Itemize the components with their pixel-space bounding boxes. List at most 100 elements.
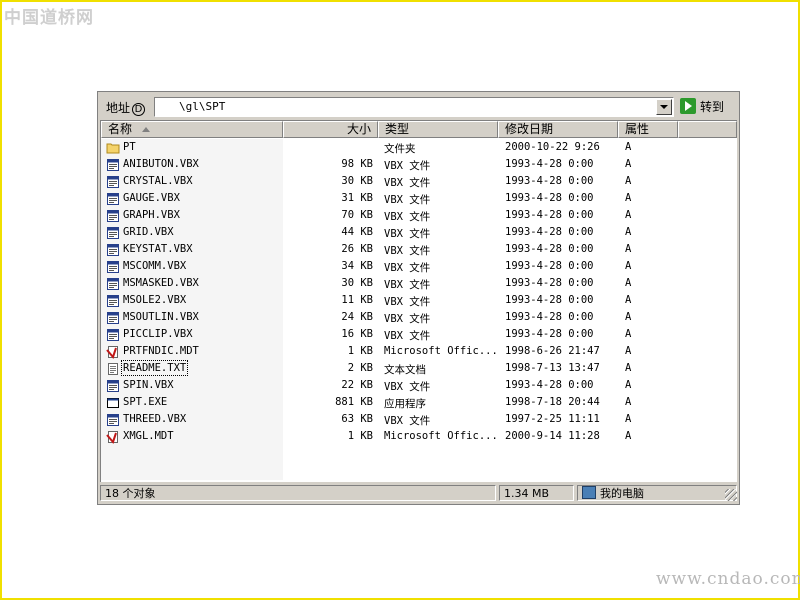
column-header-filler	[678, 121, 737, 138]
address-hotkey: D	[132, 103, 146, 116]
vbx-file-icon	[106, 226, 120, 240]
address-dropdown-button[interactable]	[656, 99, 672, 115]
vbx-file-icon	[106, 294, 120, 308]
file-size: 2 KB	[347, 362, 373, 374]
address-input[interactable]: \gl\SPT	[154, 97, 674, 117]
file-name: CRYSTAL.VBX	[123, 175, 193, 187]
file-row[interactable]: GAUGE.VBX 31 KB VBX 文件 1993-4-28 0:00 A	[101, 190, 737, 207]
file-name: MSCOMM.VBX	[123, 260, 187, 272]
column-header-attributes[interactable]: 属性	[618, 121, 678, 138]
file-date: 1993-4-28 0:00	[505, 175, 594, 187]
file-name: PT	[123, 141, 136, 153]
file-name: GRAPH.VBX	[123, 209, 180, 221]
file-type: VBX 文件	[384, 313, 431, 325]
file-type: Microsoft Offic...	[384, 430, 498, 442]
file-list[interactable]: 名称 大小 类型 修改日期 属性 PT 文件夹 2000-10-22 9:26 A AN…	[100, 120, 737, 482]
file-row[interactable]: GRID.VBX 44 KB VBX 文件 1993-4-28 0:00 A	[101, 224, 737, 241]
file-size: 1 KB	[347, 345, 373, 357]
file-row[interactable]: MSOLE2.VBX 11 KB VBX 文件 1993-4-28 0:00 A	[101, 292, 737, 309]
file-size: 24 KB	[341, 311, 373, 323]
file-row[interactable]: ANIBUTON.VBX 98 KB VBX 文件 1993-4-28 0:00 A	[101, 156, 737, 173]
file-row[interactable]: MSOUTLIN.VBX 24 KB VBX 文件 1993-4-28 0:00 A	[101, 309, 737, 326]
file-attributes: A	[625, 209, 632, 221]
go-button[interactable]: 转到	[680, 97, 724, 115]
file-date: 1993-4-28 0:00	[505, 158, 594, 170]
file-row[interactable]: GRAPH.VBX 70 KB VBX 文件 1993-4-28 0:00 A	[101, 207, 737, 224]
status-location: 我的电脑	[577, 485, 737, 501]
file-name: SPIN.VBX	[123, 379, 174, 391]
vbx-file-icon	[106, 413, 120, 427]
file-row[interactable]: THREED.VBX 63 KB VBX 文件 1997-2-25 11:11 A	[101, 411, 737, 428]
column-header-date-label: 修改日期	[505, 122, 554, 136]
file-name: KEYSTAT.VBX	[123, 243, 193, 255]
sort-ascending-icon	[142, 127, 150, 132]
file-row[interactable]: README.TXT 2 KB 文本文档 1998-7-13 13:47 A	[101, 360, 737, 377]
file-date: 1998-7-13 13:47	[505, 362, 600, 374]
file-size: 16 KB	[341, 328, 373, 340]
file-attributes: A	[625, 192, 632, 204]
file-name: MSMASKED.VBX	[123, 277, 199, 289]
file-attributes: A	[625, 362, 632, 374]
file-attributes: A	[625, 141, 632, 153]
file-type: VBX 文件	[384, 381, 431, 393]
file-size: 881 KB	[335, 396, 373, 408]
vbx-file-icon	[106, 158, 120, 172]
file-attributes: A	[625, 413, 632, 425]
column-header-date[interactable]: 修改日期	[498, 121, 618, 138]
file-row[interactable]: PT 文件夹 2000-10-22 9:26 A	[101, 139, 737, 156]
file-attributes: A	[625, 277, 632, 289]
file-row[interactable]: MSCOMM.VBX 34 KB VBX 文件 1993-4-28 0:00 A	[101, 258, 737, 275]
file-row[interactable]: SPIN.VBX 22 KB VBX 文件 1993-4-28 0:00 A	[101, 377, 737, 394]
file-date: 1993-4-28 0:00	[505, 260, 594, 272]
file-date: 1993-4-28 0:00	[505, 209, 594, 221]
text-file-icon	[106, 362, 120, 376]
go-label: 转到	[700, 99, 725, 114]
file-row[interactable]: MSMASKED.VBX 30 KB VBX 文件 1993-4-28 0:00 A	[101, 275, 737, 292]
file-type: 文件夹	[384, 143, 416, 155]
vbx-file-icon	[106, 328, 120, 342]
watermark-top: 中国道桥网	[4, 8, 94, 28]
file-attributes: A	[625, 175, 632, 187]
file-row[interactable]: CRYSTAL.VBX 30 KB VBX 文件 1993-4-28 0:00 A	[101, 173, 737, 190]
file-name: ANIBUTON.VBX	[123, 158, 199, 170]
file-size: 30 KB	[341, 277, 373, 289]
folder-icon	[106, 141, 120, 155]
file-date: 1993-4-28 0:00	[505, 277, 594, 289]
my-computer-icon	[582, 486, 596, 499]
file-type: Microsoft Offic...	[384, 345, 498, 357]
column-header-attributes-label: 属性	[625, 122, 650, 136]
file-row[interactable]: SPT.EXE 881 KB 应用程序 1998-7-18 20:44 A	[101, 394, 737, 411]
file-date: 1993-4-28 0:00	[505, 226, 594, 238]
file-row[interactable]: PICCLIP.VBX 16 KB VBX 文件 1993-4-28 0:00 A	[101, 326, 737, 343]
file-type: VBX 文件	[384, 330, 431, 342]
column-header-type[interactable]: 类型	[378, 121, 498, 138]
file-attributes: A	[625, 243, 632, 255]
column-header-size[interactable]: 大小	[283, 121, 378, 138]
resize-grip[interactable]	[725, 489, 737, 501]
column-header-type-label: 类型	[385, 122, 410, 136]
go-arrow-icon	[680, 98, 696, 114]
explorer-window: 地址 D \gl\SPT 转到 名称 大小 类型 修改日期 属性 PT 文件夹 200…	[97, 91, 740, 505]
file-row[interactable]: XMGL.MDT 1 KB Microsoft Offic... 2000-9-14 …	[101, 428, 737, 445]
address-bar: 地址 D \gl\SPT 转到	[98, 92, 739, 120]
file-date: 1998-6-26 21:47	[505, 345, 600, 357]
file-size: 22 KB	[341, 379, 373, 391]
file-type: VBX 文件	[384, 245, 431, 257]
file-row[interactable]: KEYSTAT.VBX 26 KB VBX 文件 1993-4-28 0:00 A	[101, 241, 737, 258]
file-attributes: A	[625, 379, 632, 391]
list-header: 名称 大小 类型 修改日期 属性	[101, 121, 737, 138]
file-name: README.TXT	[120, 360, 189, 376]
file-attributes: A	[625, 430, 632, 442]
file-type: VBX 文件	[384, 211, 431, 223]
status-bar: 18 个对象 1.34 MB 我的电脑	[98, 483, 739, 503]
vbx-file-icon	[106, 192, 120, 206]
file-date: 1993-4-28 0:00	[505, 328, 594, 340]
file-size: 44 KB	[341, 226, 373, 238]
column-header-name-label: 名称	[108, 122, 133, 136]
column-header-name[interactable]: 名称	[101, 121, 283, 138]
vbx-file-icon	[106, 175, 120, 189]
file-row[interactable]: PRTFNDIC.MDT 1 KB Microsoft Offic... 1998-6…	[101, 343, 737, 360]
file-type: VBX 文件	[384, 228, 431, 240]
status-location-label: 我的电脑	[600, 487, 644, 500]
file-date: 1993-4-28 0:00	[505, 311, 594, 323]
